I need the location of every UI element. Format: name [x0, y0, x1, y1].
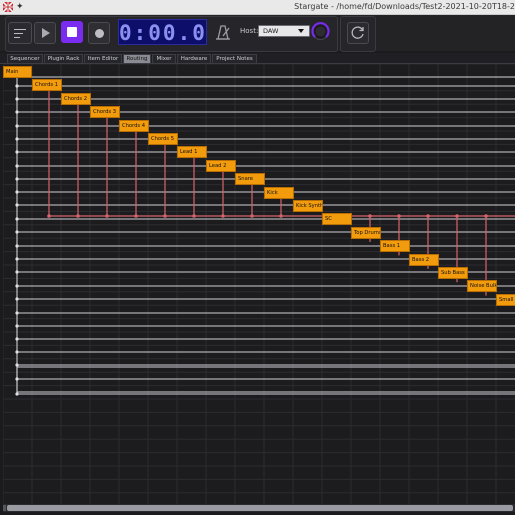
flag-icon: [3, 2, 13, 12]
refresh-button[interactable]: [347, 22, 369, 44]
route-node[interactable]: Small: [496, 293, 515, 306]
routing-graph: Main Chords 1 Chords 2 Chords 3 Chords 4 Chor…: [3, 64, 515, 504]
tab-plugin-rack[interactable]: Plugin Rack: [44, 54, 83, 63]
route-node[interactable]: Chords 2: [61, 92, 91, 105]
stop-icon: [67, 27, 77, 37]
scrollbar-thumb[interactable]: [7, 505, 513, 511]
clock-readout: 0:00.0: [119, 21, 207, 45]
tab-hardware[interactable]: Hardware: [177, 54, 211, 63]
route-node[interactable]: Chords 4: [119, 119, 149, 132]
route-node[interactable]: Lead 1: [177, 146, 207, 159]
tab-sequencer[interactable]: Sequencer: [7, 54, 43, 63]
route-node[interactable]: Kick: [264, 186, 294, 199]
route-node[interactable]: Sub Bass: [438, 267, 468, 279]
route-node[interactable]: Chords 3: [90, 106, 120, 119]
route-node[interactable]: Kick Synth: [293, 200, 323, 212]
route-node[interactable]: Lead 2: [206, 159, 236, 172]
route-node[interactable]: SC: [322, 213, 352, 226]
route-node[interactable]: Bass 1: [380, 240, 410, 253]
host-select[interactable]: DAW: [258, 25, 310, 37]
pin-icon[interactable]: ✦: [16, 1, 24, 13]
host-label: Host:: [240, 27, 259, 35]
route-node[interactable]: Top Drums: [351, 226, 381, 239]
host-select-value: DAW: [263, 27, 279, 35]
hamburger-menu-icon[interactable]: [8, 22, 32, 44]
route-node[interactable]: Noise Bulk: [467, 280, 497, 293]
volume-knob-icon[interactable]: [311, 22, 330, 41]
play-button[interactable]: [34, 22, 56, 44]
window-titlebar: ✦ Stargate - /home/fd/Downloads/Test2-20…: [0, 0, 515, 15]
horizontal-scrollbar[interactable]: [3, 504, 515, 512]
record-icon: [95, 29, 104, 38]
tab-mixer[interactable]: Mixer: [152, 54, 176, 63]
refresh-icon: [351, 26, 364, 39]
tab-routing[interactable]: Routing: [123, 54, 151, 63]
route-node[interactable]: Chords 5: [148, 133, 178, 145]
stop-button[interactable]: [61, 21, 83, 43]
tab-project-notes[interactable]: Project Notes: [212, 54, 257, 63]
record-button[interactable]: [88, 22, 110, 44]
window-title: Stargate - /home/fd/Downloads/Test2-2021…: [294, 2, 515, 11]
metronome-icon[interactable]: [214, 24, 232, 41]
routing-lines: [3, 64, 515, 504]
tab-item-editor[interactable]: Item Editor: [84, 54, 122, 63]
route-node[interactable]: Snare: [235, 173, 265, 186]
route-node[interactable]: Main: [3, 66, 32, 78]
transport-clock: 0:00.0: [118, 19, 207, 45]
route-node[interactable]: Bass 2: [409, 253, 439, 266]
play-icon: [42, 28, 50, 38]
scroll-left-arrow[interactable]: [3, 505, 6, 511]
chevron-down-icon: [298, 29, 304, 33]
route-node[interactable]: Chords 1: [32, 79, 62, 92]
